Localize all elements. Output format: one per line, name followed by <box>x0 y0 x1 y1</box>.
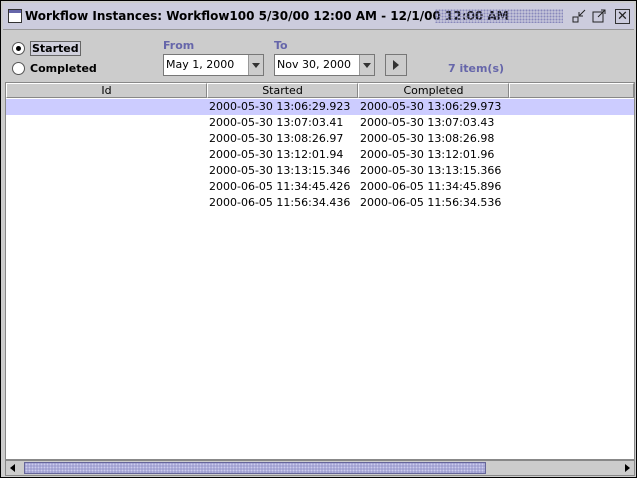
column-header-filler <box>509 83 634 98</box>
cell-started: 2000-05-30 13:06:29.923 <box>209 100 351 113</box>
cell-started: 2000-05-30 13:08:26.97 <box>209 132 344 145</box>
to-date-value: Nov 30, 2000 <box>277 58 351 71</box>
radio-button-icon[interactable] <box>12 42 25 55</box>
table-row[interactable]: 2000-06-05 11:34:45.426 2000-06-05 11:34:… <box>6 179 634 195</box>
title-bar-grip <box>435 9 563 23</box>
radio-completed-label: Completed <box>30 62 97 75</box>
cell-started: 2000-05-30 13:07:03.41 <box>209 116 344 129</box>
from-date-combo[interactable]: May 1, 2000 <box>163 54 264 76</box>
radio-started-label: Started <box>30 41 81 56</box>
title-bar[interactable]: Workflow Instances: Workflow100 5/30/00 … <box>3 3 634 30</box>
item-count: 7 item(s) <box>448 62 505 75</box>
column-header-completed[interactable]: Completed <box>358 83 509 98</box>
scroll-left-icon[interactable] <box>6 461 20 475</box>
table-row[interactable]: 2000-06-05 11:56:34.436 2000-06-05 11:56:… <box>6 195 634 211</box>
table-row[interactable]: 2000-05-30 13:06:29.923 2000-05-30 13:06:… <box>6 99 634 115</box>
radio-button-icon[interactable] <box>12 62 25 75</box>
to-label: To <box>274 39 288 52</box>
cell-completed: 2000-05-30 13:08:26.98 <box>360 132 495 145</box>
window-icon <box>8 9 22 23</box>
close-icon[interactable]: ✕ <box>615 9 630 24</box>
chevron-down-icon[interactable] <box>359 55 374 75</box>
table-row[interactable]: 2000-05-30 13:07:03.41 2000-05-30 13:07:0… <box>6 115 634 131</box>
apply-filter-button[interactable] <box>385 54 407 76</box>
chevron-down-icon[interactable] <box>248 55 263 75</box>
column-header-id[interactable]: Id <box>6 83 207 98</box>
from-date-value: May 1, 2000 <box>166 58 235 71</box>
column-header-started[interactable]: Started <box>207 83 358 98</box>
table-row[interactable]: 2000-05-30 13:13:15.346 2000-05-30 13:13:… <box>6 163 634 179</box>
scroll-right-icon[interactable] <box>620 461 634 475</box>
maximize-icon[interactable] <box>591 8 607 24</box>
radio-completed[interactable]: Completed <box>12 62 97 75</box>
cell-completed: 2000-06-05 11:56:34.536 <box>360 196 502 209</box>
cell-started: 2000-05-30 13:12:01.94 <box>209 148 344 161</box>
instances-table[interactable]: Id Started Completed 2000-05-30 13:06:29… <box>5 82 635 460</box>
horizontal-scrollbar[interactable] <box>5 460 635 476</box>
table-header: Id Started Completed <box>6 83 634 98</box>
from-label: From <box>163 39 195 52</box>
radio-started[interactable]: Started <box>12 41 81 56</box>
cell-completed: 2000-05-30 13:06:29.973 <box>360 100 502 113</box>
cell-completed: 2000-05-30 13:13:15.366 <box>360 164 502 177</box>
cell-completed: 2000-05-30 13:12:01.96 <box>360 148 495 161</box>
to-date-combo[interactable]: Nov 30, 2000 <box>274 54 375 76</box>
workflow-instances-window: Workflow Instances: Workflow100 5/30/00 … <box>0 0 637 478</box>
minimize-icon[interactable] <box>571 8 587 24</box>
cell-started: 2000-06-05 11:56:34.436 <box>209 196 351 209</box>
scrollbar-thumb[interactable] <box>24 462 486 474</box>
cell-started: 2000-06-05 11:34:45.426 <box>209 180 351 193</box>
cell-completed: 2000-06-05 11:34:45.896 <box>360 180 502 193</box>
table-row[interactable]: 2000-05-30 13:12:01.94 2000-05-30 13:12:0… <box>6 147 634 163</box>
cell-started: 2000-05-30 13:13:15.346 <box>209 164 351 177</box>
table-row[interactable]: 2000-05-30 13:08:26.97 2000-05-30 13:08:2… <box>6 131 634 147</box>
cell-completed: 2000-05-30 13:07:03.43 <box>360 116 495 129</box>
